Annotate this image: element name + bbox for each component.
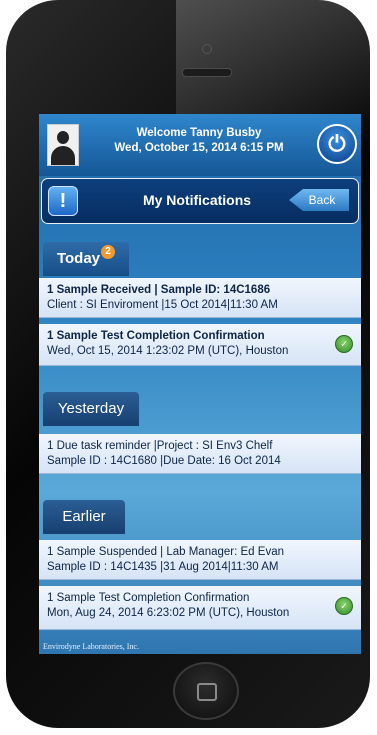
section-earlier-label: Earlier bbox=[62, 508, 106, 525]
avatar-head bbox=[57, 131, 69, 144]
notification-title: 1 Due task reminder |Project : SI Env3 C… bbox=[47, 440, 273, 452]
notification-item[interactable]: 1 Sample Test Completion Confirmation We… bbox=[39, 324, 361, 366]
top-bar: Welcome Tanny Busby Wed, October 15, 201… bbox=[39, 114, 361, 176]
notification-title: 1 Sample Test Completion Confirmation bbox=[47, 330, 265, 342]
section-earlier[interactable]: Earlier bbox=[43, 500, 125, 534]
welcome-line: Welcome Tanny Busby bbox=[136, 127, 262, 139]
welcome-text: Welcome Tanny Busby Wed, October 15, 201… bbox=[99, 126, 299, 156]
home-button[interactable] bbox=[173, 662, 239, 720]
earpiece-speaker bbox=[182, 68, 232, 77]
notification-detail: Wed, Oct 15, 2014 1:23:02 PM (UTC), Hous… bbox=[47, 345, 289, 357]
title-bar: ! My Notifications Back bbox=[41, 178, 359, 224]
page-title: My Notifications bbox=[142, 192, 252, 208]
section-today[interactable]: Today 2 bbox=[43, 242, 129, 276]
power-icon[interactable]: ⏻ bbox=[317, 124, 357, 164]
front-camera bbox=[202, 44, 212, 54]
count-badge: 2 bbox=[101, 245, 116, 259]
notification-detail: Mon, Aug 24, 2014 6:23:02 PM (UTC), Hous… bbox=[47, 607, 290, 619]
user-avatar[interactable] bbox=[47, 124, 79, 166]
notification-detail: Sample ID : 14C1435 |31 Aug 2014|11:30 A… bbox=[47, 561, 279, 573]
notification-title: 1 Sample Suspended | Lab Manager: Ed Eva… bbox=[47, 546, 284, 558]
notification-title: 1 Sample Test Completion Confirmation bbox=[47, 592, 250, 604]
date-line: Wed, October 15, 2014 6:15 PM bbox=[114, 142, 284, 154]
notification-item[interactable]: 1 Sample Suspended | Lab Manager: Ed Eva… bbox=[39, 540, 361, 580]
exclamation-icon: ! bbox=[48, 186, 78, 216]
home-square-icon bbox=[197, 683, 217, 701]
notification-detail: Client : SI Enviroment |15 Oct 2014|11:3… bbox=[47, 299, 278, 311]
notification-item[interactable]: 1 Due task reminder |Project : SI Env3 C… bbox=[39, 434, 361, 474]
notification-title: 1 Sample Received | Sample ID: 14C1686 bbox=[47, 284, 271, 296]
app-screen: Welcome Tanny Busby Wed, October 15, 201… bbox=[39, 114, 361, 654]
section-today-label: Today bbox=[56, 250, 101, 267]
section-yesterday[interactable]: Yesterday bbox=[43, 392, 139, 426]
notification-item[interactable]: 1 Sample Test Completion Confirmation Mo… bbox=[39, 586, 361, 630]
section-yesterday-label: Yesterday bbox=[57, 400, 125, 417]
check-circle-icon: ✓ bbox=[335, 335, 353, 353]
notification-item[interactable]: 1 Sample Received | Sample ID: 14C1686 C… bbox=[39, 278, 361, 318]
back-button[interactable]: Back bbox=[289, 189, 349, 211]
company-footer: Envirodyne Laboratories, Inc. bbox=[43, 642, 139, 651]
avatar-body bbox=[51, 146, 75, 165]
check-circle-icon: ✓ bbox=[335, 597, 353, 615]
notification-detail: Sample ID : 14C1680 |Due Date: 16 Oct 20… bbox=[47, 455, 281, 467]
